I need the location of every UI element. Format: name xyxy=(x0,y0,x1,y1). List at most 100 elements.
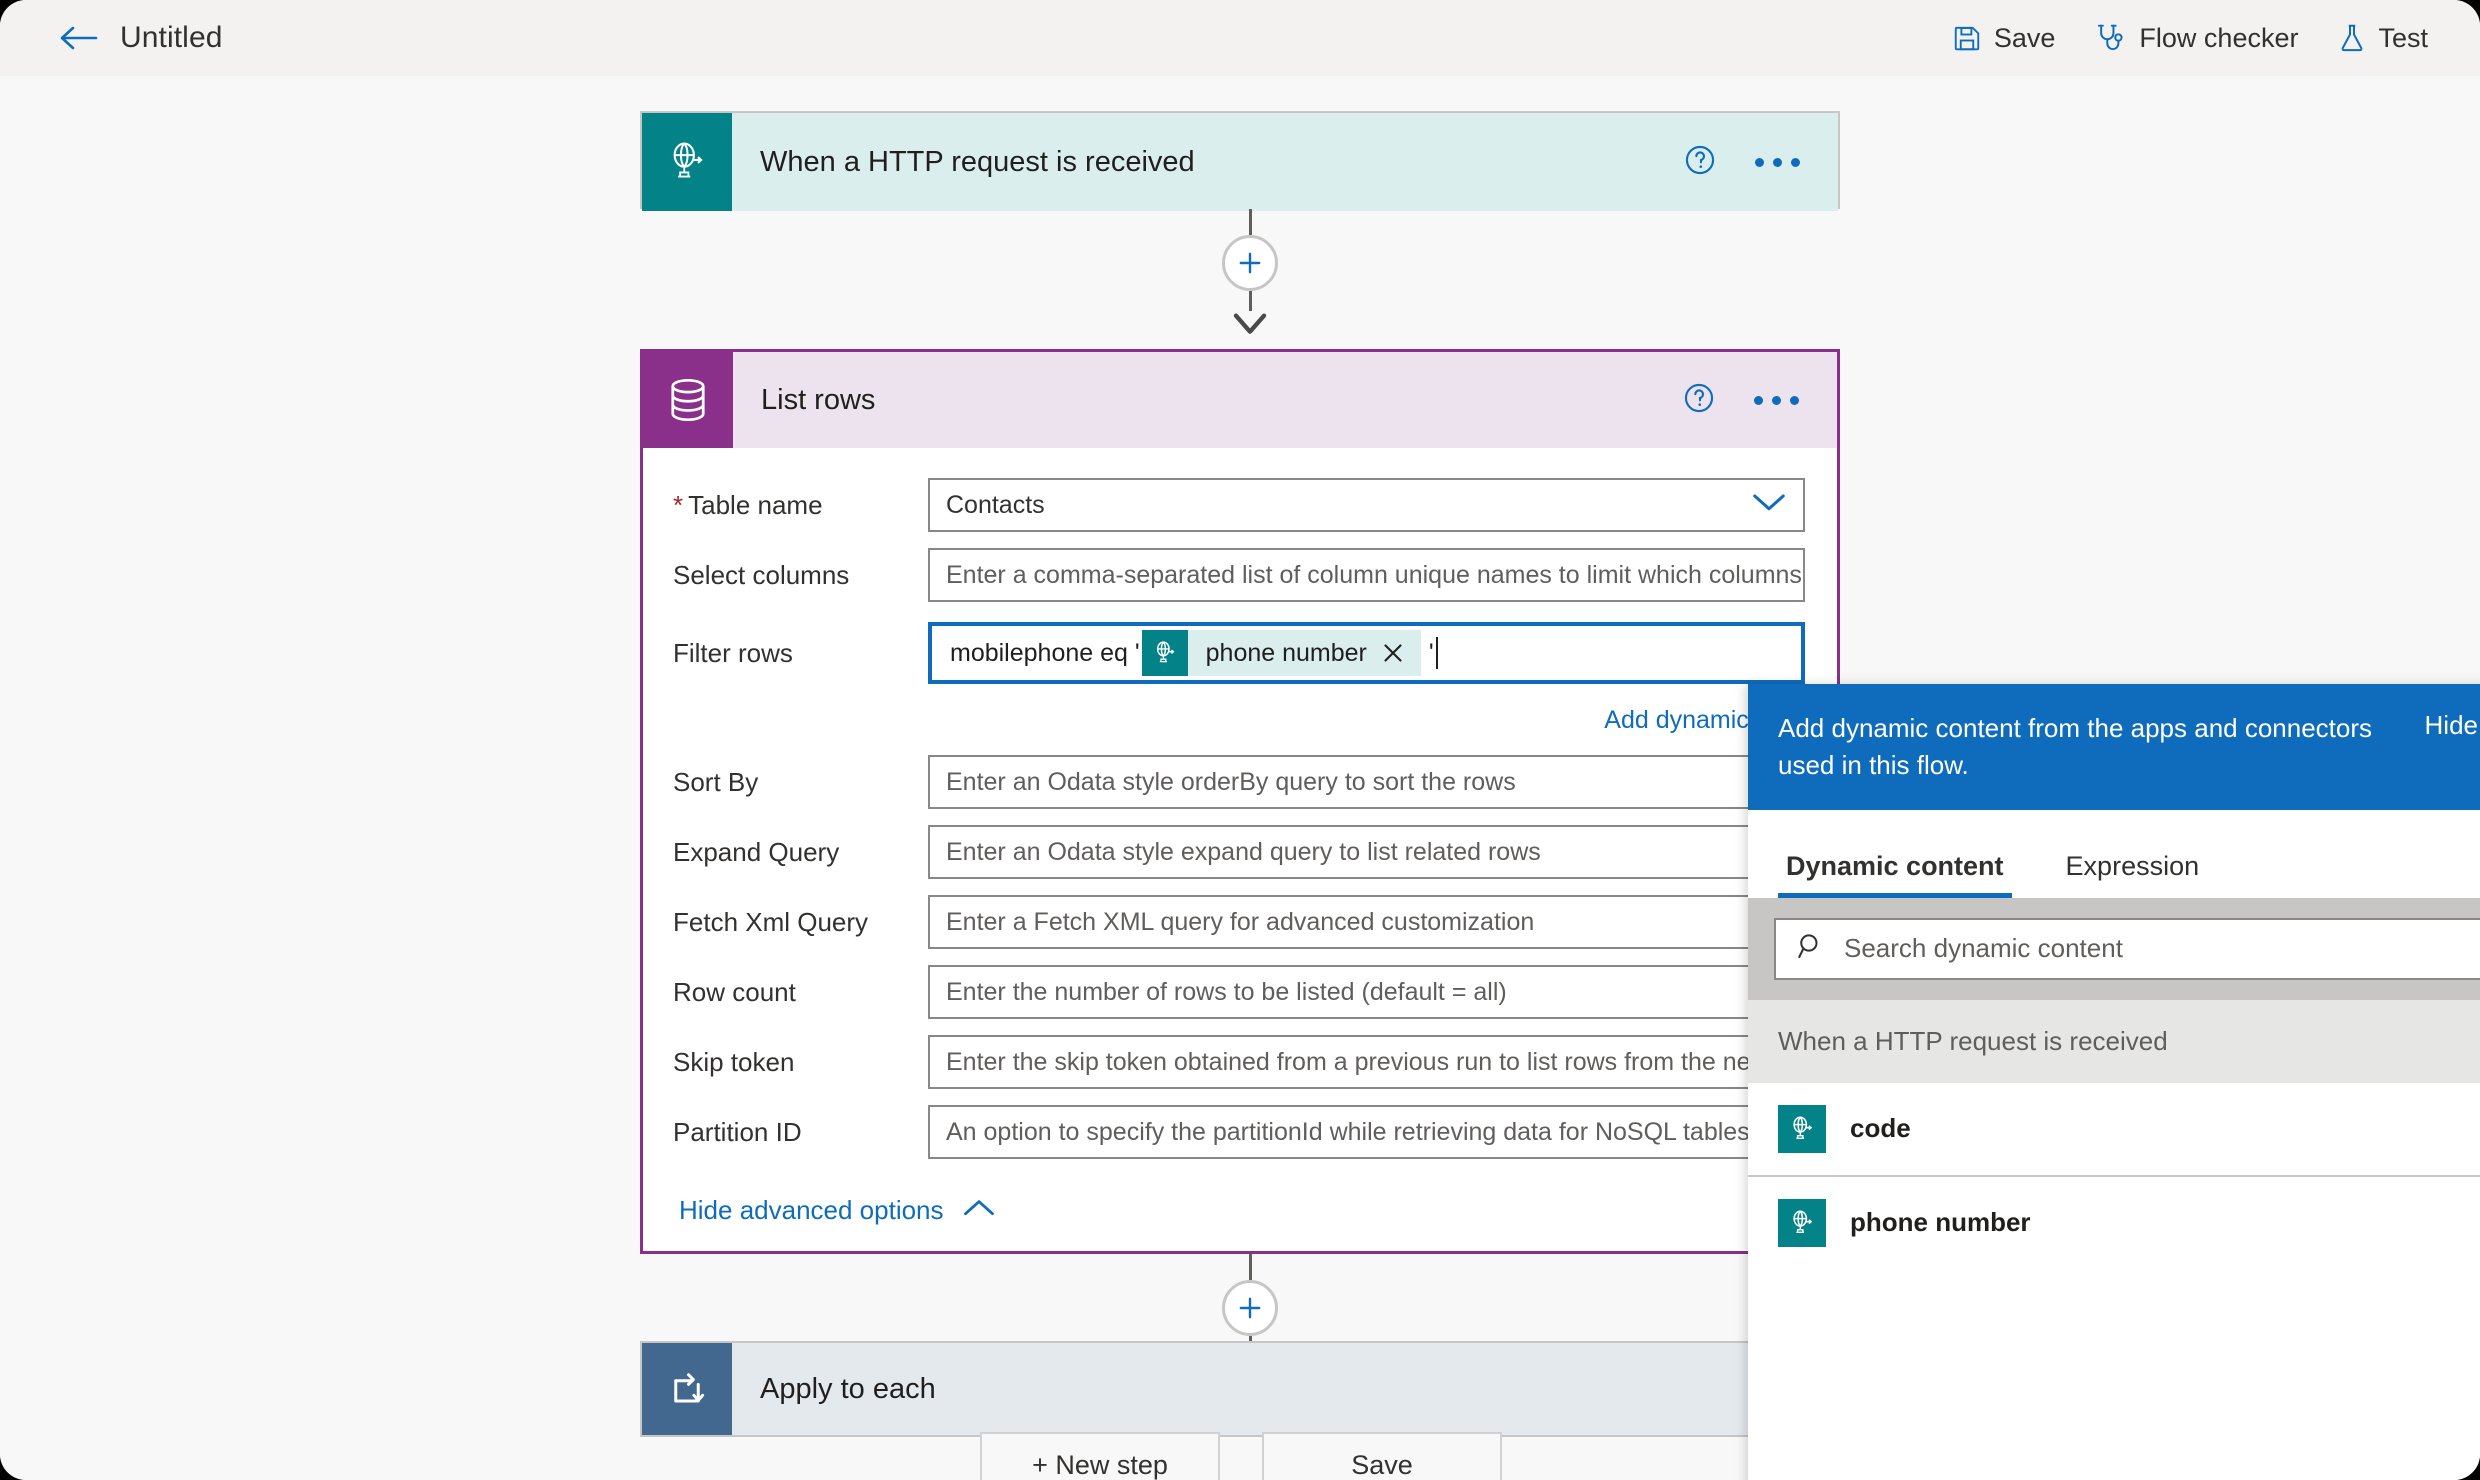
list-rows-card-title: List rows xyxy=(761,383,876,416)
dynamic-content-panel: Add dynamic content from the apps and co… xyxy=(1748,684,2480,1480)
tab-dynamic-content[interactable]: Dynamic content xyxy=(1778,851,2012,898)
search-input[interactable]: Search dynamic content xyxy=(1774,917,2480,980)
apply-to-each-card-header: Apply to each xyxy=(642,1343,1838,1435)
list-rows-card-actions xyxy=(1682,381,1837,420)
close-icon[interactable] xyxy=(1381,641,1421,665)
field-row-fetch-xml-query: Fetch Xml Query Enter a Fetch XML query … xyxy=(643,887,1837,957)
field-label-table-name: * Table name xyxy=(673,489,823,520)
stethoscope-icon xyxy=(2095,23,2127,53)
insert-step-button[interactable] xyxy=(1222,235,1278,291)
help-circle-icon[interactable] xyxy=(1682,381,1716,420)
apply-to-each-card-title: Apply to each xyxy=(760,1372,936,1405)
table-name-dropdown[interactable]: Contacts xyxy=(928,478,1805,532)
more-actions-icon[interactable] xyxy=(1754,395,1799,405)
action-card-list-rows[interactable]: List rows * Table name Contacts Select c… xyxy=(640,349,1840,1254)
plus-icon xyxy=(1239,1297,1261,1319)
connector-1 xyxy=(1208,209,1292,349)
field-row-select-columns: Select columns Enter a comma-separated l… xyxy=(643,540,1837,610)
list-rows-form: * Table name Contacts Select columns Ente… xyxy=(643,448,1837,1226)
field-row-sort-by: Sort By Enter an Odata style orderBy que… xyxy=(643,747,1837,817)
hide-panel-button[interactable]: Hide xyxy=(2425,710,2478,741)
trigger-card-http-request[interactable]: When a HTTP request is received xyxy=(640,111,1840,211)
flow-checker-label: Flow checker xyxy=(2139,22,2299,53)
canvas-save-button[interactable]: Save xyxy=(1262,1432,1502,1480)
help-circle-icon[interactable] xyxy=(1683,143,1717,182)
field-label-row-count: Row count xyxy=(673,976,796,1007)
search-input-placeholder: Search dynamic content xyxy=(1844,933,2123,964)
dynamic-content-search-wrapper: Search dynamic content xyxy=(1748,897,2480,1000)
app-window: Untitled Save Flow checker Test When a H… xyxy=(0,0,2480,1480)
http-request-icon xyxy=(1778,1104,1826,1153)
command-bar: Untitled Save Flow checker Test xyxy=(0,0,2480,76)
list-rows-card-header: List rows xyxy=(643,352,1837,448)
chevron-down-icon[interactable] xyxy=(1751,491,1787,520)
test-button[interactable]: Test xyxy=(2338,23,2428,54)
trigger-card-actions xyxy=(1683,143,1838,182)
field-label-select-columns: Select columns xyxy=(673,559,850,590)
field-label-fetch-xml-query: Fetch Xml Query xyxy=(673,906,869,937)
field-label-skip-token: Skip token xyxy=(673,1046,795,1077)
test-button-label: Test xyxy=(2378,22,2428,53)
field-row-expand-query: Expand Query Enter an Odata style expand… xyxy=(643,817,1837,887)
flow-checker-button[interactable]: Flow checker xyxy=(2095,23,2298,54)
flask-icon xyxy=(2338,23,2366,53)
select-columns-input[interactable]: Enter a comma-separated list of column u… xyxy=(928,548,1805,602)
search-icon xyxy=(1796,931,1826,966)
sort-by-input[interactable]: Enter an Odata style orderBy query to so… xyxy=(928,755,1805,809)
plus-icon xyxy=(1239,252,1261,274)
field-row-skip-token: Skip token Enter the skip token obtained… xyxy=(643,1027,1837,1097)
add-dynamic-content-row: Add dynamic cont xyxy=(643,696,1837,735)
more-actions-icon[interactable] xyxy=(1755,157,1800,167)
flow-canvas: When a HTTP request is received List row… xyxy=(0,76,2480,1480)
foreach-loop-icon xyxy=(642,1343,732,1435)
list-item[interactable]: phone number xyxy=(1748,1176,2480,1269)
skip-token-input[interactable]: Enter the skip token obtained from a pre… xyxy=(928,1035,1805,1089)
list-item-label: phone number xyxy=(1850,1207,2031,1238)
dataverse-database-icon xyxy=(643,352,733,448)
canvas-footer-buttons: + New step Save xyxy=(980,1432,1502,1480)
dynamic-content-token[interactable]: phone number xyxy=(1141,630,1421,676)
save-button[interactable]: Save xyxy=(1952,22,2056,54)
partition-id-input[interactable]: An option to specify the partitionId whi… xyxy=(928,1105,1805,1159)
field-row-table-name: * Table name Contacts xyxy=(643,470,1837,540)
action-card-apply-to-each[interactable]: Apply to each xyxy=(640,1341,1840,1437)
filter-rows-input[interactable]: mobilephone eq ' phone number ' xyxy=(928,622,1805,684)
row-count-input[interactable]: Enter the number of rows to be listed (d… xyxy=(928,965,1805,1019)
field-label-filter-rows: Filter rows xyxy=(673,637,793,668)
table-name-value: Contacts xyxy=(946,490,1045,519)
page-title: Untitled xyxy=(120,21,223,54)
token-label: phone number xyxy=(1205,638,1367,667)
hide-advanced-options-row[interactable]: Hide advanced options xyxy=(643,1167,1837,1226)
field-label-sort-by: Sort By xyxy=(673,766,759,797)
dynamic-content-group-header: When a HTTP request is received xyxy=(1748,999,2480,1083)
dynamic-content-panel-description: Add dynamic content from the apps and co… xyxy=(1778,713,2373,780)
tab-expression[interactable]: Expression xyxy=(2058,851,2208,898)
insert-step-button[interactable] xyxy=(1222,1280,1278,1336)
new-step-button[interactable]: + New step xyxy=(980,1432,1220,1480)
dynamic-content-tabs: Dynamic content Expression xyxy=(1748,809,2480,898)
list-item[interactable]: code xyxy=(1748,1082,2480,1177)
http-request-icon xyxy=(1141,630,1188,676)
http-request-icon xyxy=(1778,1198,1826,1247)
dynamic-content-panel-header: Add dynamic content from the apps and co… xyxy=(1748,684,2480,810)
save-button-label: Save xyxy=(1993,22,2056,53)
filter-rows-suffix-text: ' xyxy=(1428,638,1434,667)
field-row-row-count: Row count Enter the number of rows to be… xyxy=(643,957,1837,1027)
save-icon xyxy=(1952,23,1982,53)
trigger-card-title: When a HTTP request is received xyxy=(760,145,1195,178)
text-caret xyxy=(1435,637,1438,669)
trigger-card-header: When a HTTP request is received xyxy=(642,113,1838,211)
back-arrow-icon[interactable] xyxy=(58,23,98,53)
command-bar-left: Untitled xyxy=(0,21,223,55)
filter-rows-prefix-text: mobilephone eq ' xyxy=(950,638,1140,667)
hide-advanced-options-label: Hide advanced options xyxy=(679,1195,944,1225)
chevron-up-icon xyxy=(962,1198,996,1223)
field-label-partition-id: Partition ID xyxy=(673,1116,802,1147)
expand-query-input[interactable]: Enter an Odata style expand query to lis… xyxy=(928,825,1805,879)
http-request-icon xyxy=(642,113,732,211)
arrow-down-icon xyxy=(1233,313,1267,334)
field-row-filter-rows: Filter rows mobilephone eq ' phone numbe… xyxy=(643,610,1837,696)
required-indicator: * xyxy=(673,489,684,520)
command-bar-right: Save Flow checker Test xyxy=(1952,23,2480,54)
fetch-xml-query-input[interactable]: Enter a Fetch XML query for advanced cus… xyxy=(928,895,1805,949)
